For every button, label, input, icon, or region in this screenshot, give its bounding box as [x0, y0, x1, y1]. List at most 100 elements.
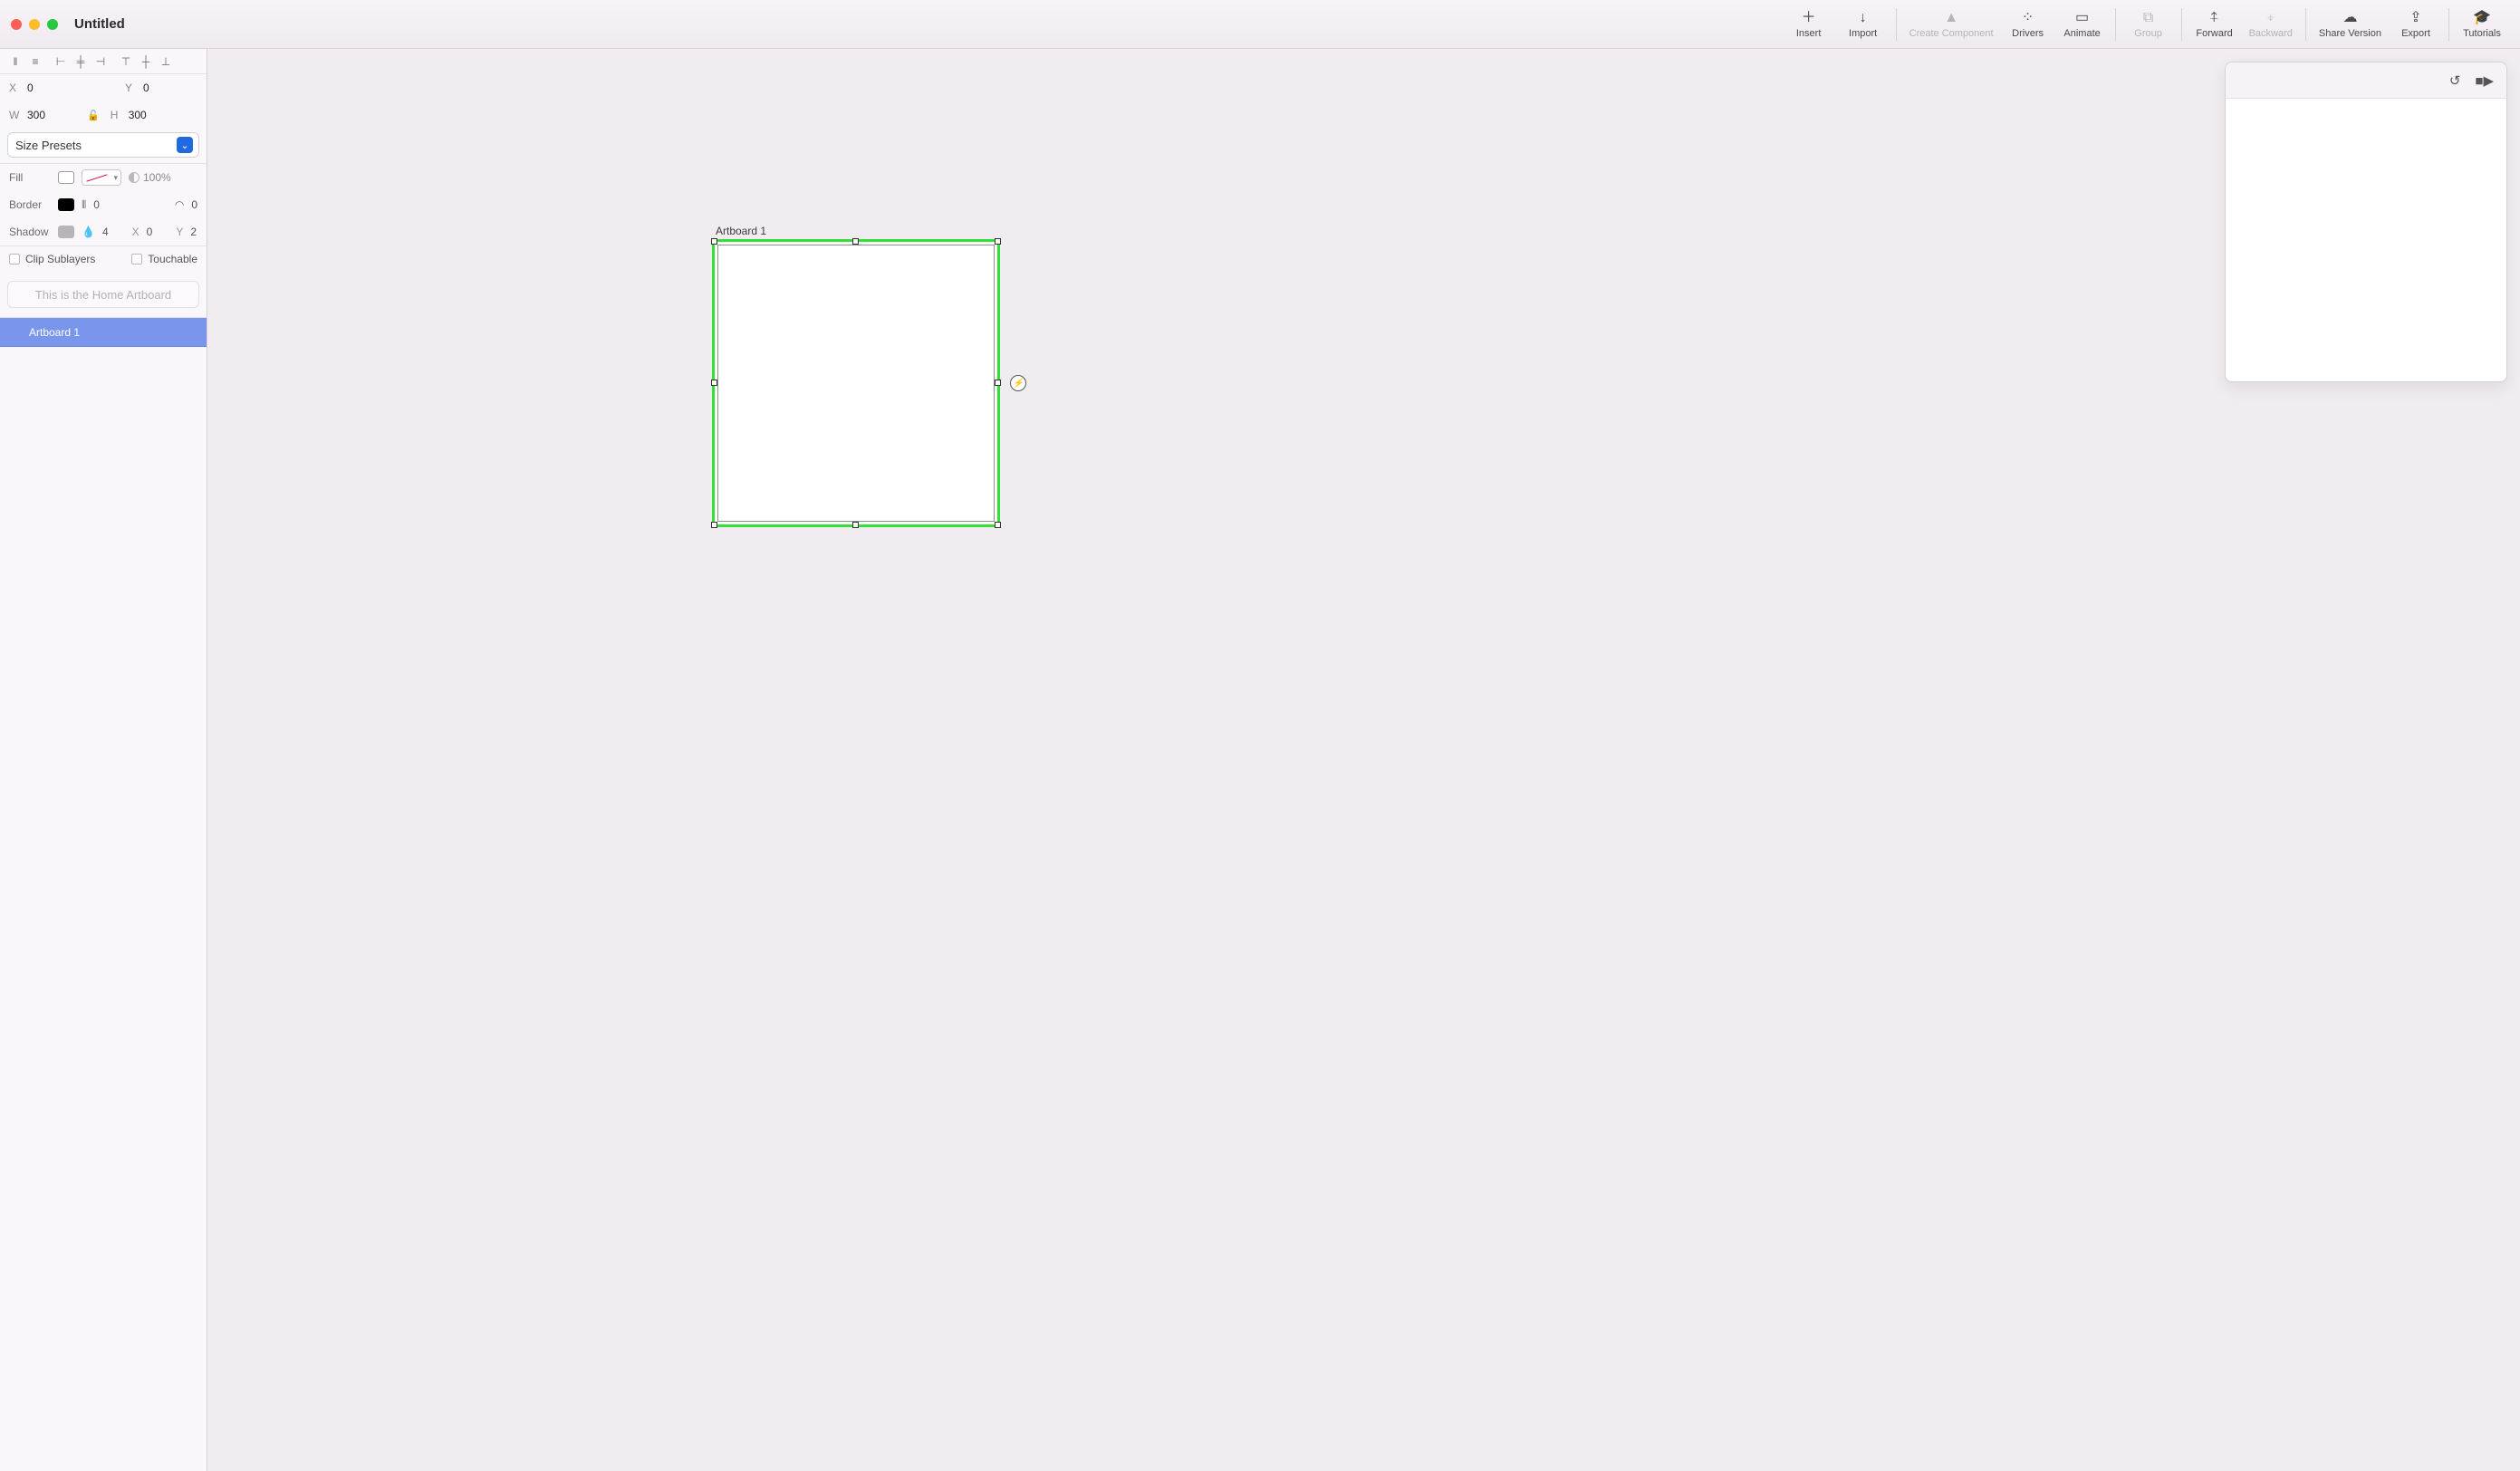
backward-button[interactable]: ⍖ Backward [2242, 0, 2300, 48]
download-arrow-icon: ↓ [1860, 10, 1867, 26]
animate-icon: ▭ [2075, 10, 2089, 26]
toolbar: ＋ Insert ↓ Import ▲ Create Component ⁘ D… [1782, 0, 2520, 48]
lock-aspect-icon[interactable]: 🔓 [87, 110, 100, 121]
window-zoom-button[interactable] [47, 19, 58, 30]
drivers-button[interactable]: ⁘ Drivers [2001, 0, 2055, 48]
fill-label: Fill [9, 171, 51, 184]
x-input[interactable]: 0 [27, 82, 74, 94]
undo-icon[interactable]: ↺ [2449, 72, 2461, 89]
border-width-input[interactable]: 0 [93, 198, 100, 211]
h-label: H [111, 109, 123, 121]
bring-forward-icon: ⍏ [2210, 10, 2219, 26]
graduation-cap-icon: 🎓 [2473, 10, 2491, 26]
w-input[interactable]: 300 [27, 109, 74, 121]
shadow-y-label: Y [176, 226, 183, 238]
artboard-selection[interactable] [712, 239, 1000, 527]
chevron-down-icon: ⌄ [177, 137, 193, 153]
group-button[interactable]: ⧉ Group [2121, 0, 2176, 48]
fill-opacity-value: 100% [143, 171, 171, 184]
border-row: Border ⦀ 0 ◠ 0 [0, 191, 207, 218]
w-label: W [9, 109, 22, 121]
inspector-panel: ‖ ≡ ⊢ ╪ ⊣ ⊤ ┼ ⊥ X 0 Y 0 W 300 🔓 H 300 Si… [0, 49, 207, 1471]
size-presets-label: Size Presets [15, 139, 82, 152]
layer-artboard-1[interactable]: Artboard 1 [0, 318, 207, 347]
fill-color-dropdown[interactable] [82, 169, 121, 186]
share-version-button[interactable]: ☁ Share Version [2312, 0, 2389, 48]
toolbar-separator [1896, 8, 1897, 41]
align-center-h-icon[interactable]: ╪ [74, 55, 87, 68]
fill-enabled-swatch[interactable] [58, 171, 74, 184]
resize-handle-bottom-middle[interactable] [852, 522, 859, 528]
create-component-label: Create Component [1909, 28, 1994, 39]
touchable-label: Touchable [148, 253, 197, 265]
animate-button[interactable]: ▭ Animate [2055, 0, 2110, 48]
toolbar-separator [2115, 8, 2116, 41]
preview-header: ↺ ■▶ [2226, 62, 2506, 99]
insert-button[interactable]: ＋ Insert [1782, 0, 1836, 48]
resize-handle-top-middle[interactable] [852, 238, 859, 245]
artboard-title[interactable]: Artboard 1 [716, 225, 766, 237]
shadow-y-input[interactable]: 2 [190, 226, 197, 238]
artboard-surface[interactable] [717, 245, 995, 522]
distribute-horizontal-icon[interactable]: ‖ [9, 55, 22, 68]
canvas[interactable]: Artboard 1 ⚡ [207, 49, 2520, 1471]
size-row: W 300 🔓 H 300 [0, 101, 207, 129]
plus-icon: ＋ [1802, 10, 1816, 26]
distribute-vertical-icon[interactable]: ≡ [29, 55, 42, 68]
corner-radius-input[interactable]: 0 [191, 198, 197, 211]
resize-handle-top-left[interactable] [711, 238, 717, 245]
window-close-button[interactable] [11, 19, 22, 30]
touchable-checkbox[interactable] [131, 254, 142, 264]
resize-handle-middle-right[interactable] [995, 380, 1001, 386]
clip-sublayers-checkbox[interactable] [9, 254, 20, 264]
x-label: X [9, 82, 22, 94]
drivers-label: Drivers [2012, 28, 2044, 39]
share-version-label: Share Version [2319, 28, 2381, 39]
home-artboard-button[interactable]: This is the Home Artboard [7, 281, 199, 308]
export-icon: ⇪ [2409, 10, 2421, 26]
border-color-swatch[interactable] [58, 198, 74, 211]
preview-panel[interactable]: ↺ ■▶ [2225, 62, 2507, 382]
toolbar-separator [2181, 8, 2182, 41]
tutorials-label: Tutorials [2463, 28, 2501, 39]
align-left-icon[interactable]: ⊢ [54, 55, 67, 68]
border-label: Border [9, 198, 51, 211]
video-camera-icon[interactable]: ■▶ [2475, 72, 2494, 89]
home-artboard-label: This is the Home Artboard [35, 288, 171, 302]
alignment-toolbar: ‖ ≡ ⊢ ╪ ⊣ ⊤ ┼ ⊥ [0, 49, 207, 74]
resize-handle-bottom-left[interactable] [711, 522, 717, 528]
y-input[interactable]: 0 [143, 82, 190, 94]
export-button[interactable]: ⇪ Export [2389, 0, 2443, 48]
tutorials-button[interactable]: 🎓 Tutorials [2455, 0, 2509, 48]
resize-handle-middle-left[interactable] [711, 380, 717, 386]
position-row: X 0 Y 0 [0, 74, 207, 101]
fill-opacity[interactable]: 100% [129, 171, 171, 184]
create-component-button[interactable]: ▲ Create Component [1902, 0, 2001, 48]
shadow-x-input[interactable]: 0 [147, 226, 153, 238]
shadow-blur-icon: 💧 [82, 226, 95, 238]
import-button[interactable]: ↓ Import [1836, 0, 1890, 48]
align-bottom-icon[interactable]: ⊥ [159, 55, 172, 68]
document-title: Untitled [74, 16, 125, 32]
size-presets-dropdown[interactable]: Size Presets ⌄ [7, 132, 199, 158]
shadow-blur-input[interactable]: 4 [102, 226, 109, 238]
opacity-icon [129, 172, 139, 183]
fill-row: Fill 100% [0, 164, 207, 191]
shadow-color-swatch[interactable] [58, 226, 74, 238]
interaction-bolt-button[interactable]: ⚡ [1010, 375, 1026, 391]
align-top-icon[interactable]: ⊤ [120, 55, 132, 68]
resize-handle-bottom-right[interactable] [995, 522, 1001, 528]
align-right-icon[interactable]: ⊣ [94, 55, 107, 68]
layer-artboard-1-label: Artboard 1 [29, 326, 80, 339]
import-label: Import [1849, 28, 1877, 39]
toolbar-separator [2305, 8, 2306, 41]
h-input[interactable]: 300 [129, 109, 176, 121]
cloud-icon: ☁ [2342, 10, 2357, 26]
forward-button[interactable]: ⍏ Forward [2188, 0, 2242, 48]
window-minimize-button[interactable] [29, 19, 40, 30]
group-label: Group [2134, 28, 2162, 39]
resize-handle-top-right[interactable] [995, 238, 1001, 245]
titlebar: Untitled ＋ Insert ↓ Import ▲ Create Comp… [0, 0, 2520, 49]
align-center-v-icon[interactable]: ┼ [139, 55, 152, 68]
toolbar-separator [2448, 8, 2449, 41]
